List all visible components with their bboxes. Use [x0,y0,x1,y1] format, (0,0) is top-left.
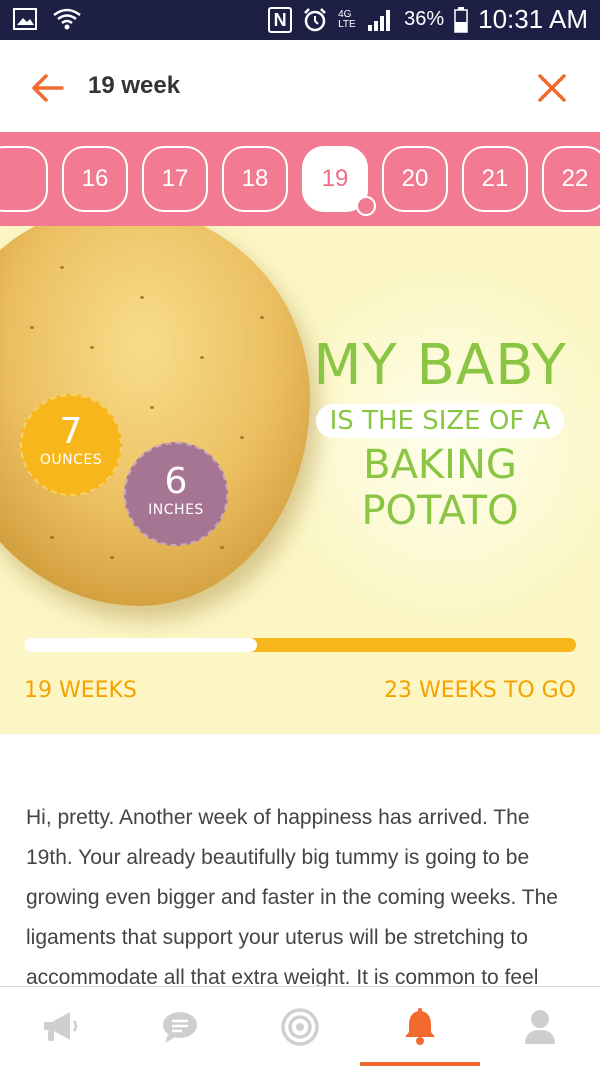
clock: 10:31 AM [478,4,588,34]
weeks-left-label: 23 WEEKS TO GO [383,678,576,703]
headline: MY BABY [313,333,567,398]
length-value: 6 [164,461,188,502]
wifi-icon [53,8,81,30]
nav-profile[interactable] [480,987,600,1066]
week-21[interactable]: 21 [462,146,528,212]
length-badge: 6 INCHES [124,442,228,546]
arrow-left-icon[interactable] [28,68,68,108]
weeks-done-label: 19 WEEKS [24,678,137,703]
battery-percent: 36% [404,8,445,30]
close-icon[interactable] [534,70,570,106]
chat-icon [163,1011,197,1043]
week-partial-left[interactable] [0,146,48,212]
signal-icon [368,9,391,31]
battery-icon [454,6,468,33]
comparison-item: BAKING POTATO [361,442,519,534]
status-bar: N 4G LTE 36% 10:31 AM [0,0,600,40]
subheadline: IS THE SIZE OF A [315,404,565,438]
progress-fill [24,638,258,652]
weight-badge: 7 OUNCES [20,394,122,496]
profile-icon [525,1009,555,1044]
nav-notifications[interactable] [360,987,480,1066]
page-title: 19 week [88,72,181,99]
baby-size-hero: 7 OUNCES 6 INCHES MY BABY IS THE SIZE OF… [0,226,600,734]
network-indicator: 4G LTE [338,8,356,30]
bell-icon [405,1007,435,1045]
length-unit: INCHES [148,502,204,518]
target-icon [281,1007,319,1046]
week-selector: 16 17 18 19 20 21 22 [0,132,600,226]
size-comparison: MY BABY IS THE SIZE OF A BAKING POTATO [310,333,570,535]
image-icon [13,8,37,30]
week-18[interactable]: 18 [222,146,288,212]
weight-unit: OUNCES [39,452,103,468]
week-16[interactable]: 16 [62,146,128,212]
week-22[interactable]: 22 [542,146,600,212]
weight-value: 7 [59,411,83,452]
app-header: 19 week [0,40,600,132]
megaphone-icon [44,1011,78,1041]
nfc-icon: N [268,6,293,33]
nav-target[interactable] [240,987,360,1066]
week-19-selected[interactable]: 19 [302,146,376,216]
week-20[interactable]: 20 [382,146,448,212]
nav-chat[interactable] [120,987,240,1066]
week-article: Hi, pretty. Another week of happiness ha… [26,806,558,986]
week-17[interactable]: 17 [142,146,208,212]
alarm-icon [304,7,326,31]
bottom-nav [0,986,600,1066]
pregnancy-progress-bar [24,638,576,652]
nav-announcements[interactable] [0,987,120,1066]
